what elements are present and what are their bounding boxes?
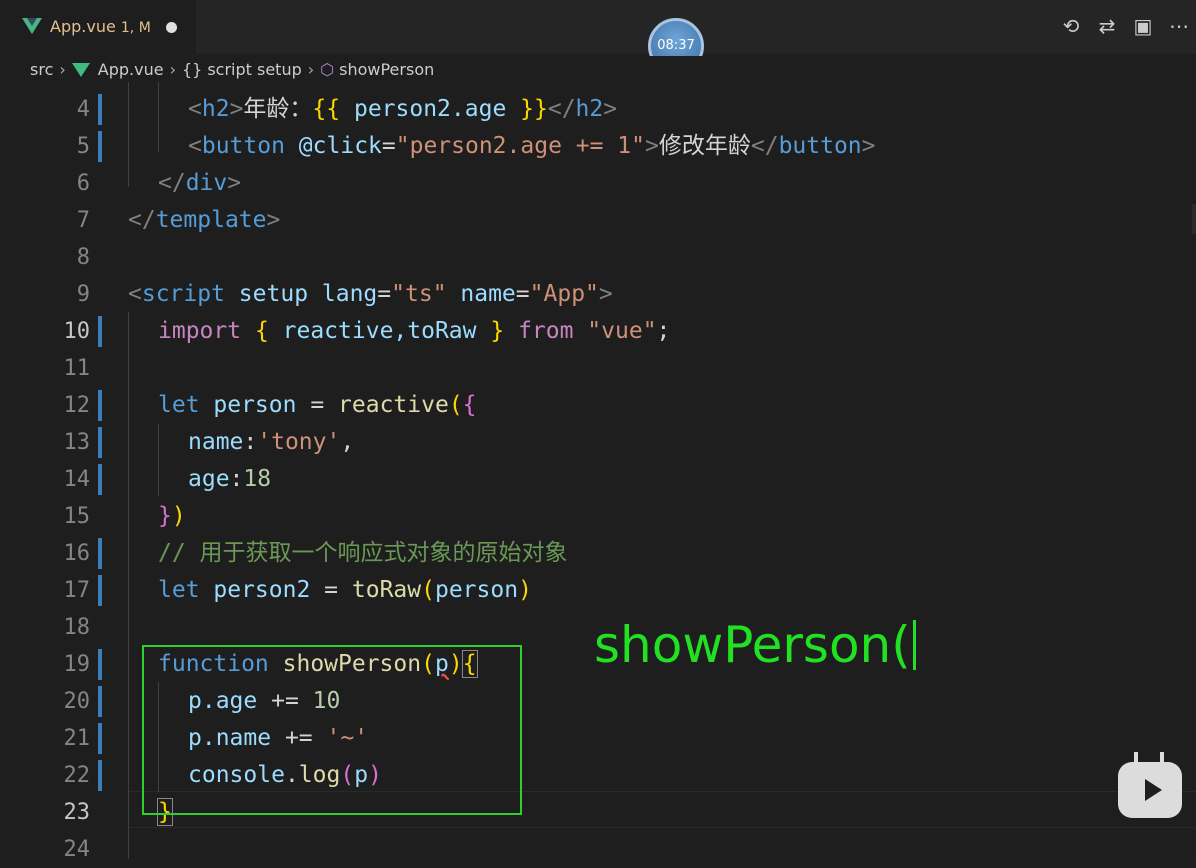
breadcrumb-src[interactable]: src [30,60,53,79]
line-number: 9 [76,282,90,307]
line-number: 21 [63,726,91,751]
timeline-icon[interactable]: ⟲ [1060,14,1082,38]
code-line: 5 <button @click="person2.age += 1">修改年龄… [0,128,1196,165]
line-number: 20 [63,689,91,714]
line-number: 4 [76,97,90,122]
line-number: 19 [63,652,91,677]
code-line: 6 </div> [0,165,1196,202]
line-number: 23 [63,800,91,825]
line-number: 13 [63,430,91,455]
text-cursor [912,620,916,670]
breadcrumb: src › App.vue › {} script setup › ⬡ show… [0,56,1196,82]
line-number: 15 [63,504,91,529]
line-number: 6 [76,171,90,196]
line-number: 16 [63,541,91,566]
method-cube-icon: ⬡ [320,59,335,79]
line-number: 12 [63,393,91,418]
annotation-text: showPerson( [594,616,916,674]
code-line: 8 [0,239,1196,276]
line-number: 18 [63,615,91,640]
compare-changes-icon[interactable]: ⇄ [1096,14,1118,38]
git-modified-marker [98,723,102,754]
code-line: 15 }) [0,498,1196,535]
chevron-right-icon: › [307,59,315,79]
git-modified-marker [98,94,102,125]
editor-tab-app-vue[interactable]: App.vue 1, M [0,0,196,54]
chevron-right-icon: › [59,59,66,79]
split-editor-icon[interactable]: ▣ [1132,14,1154,38]
line-number: 22 [63,763,91,788]
code-line: 12 let person = reactive({ [0,387,1196,424]
git-modified-marker [98,575,102,606]
code-line: 7 </template> [0,202,1196,239]
line-number: 5 [76,134,90,159]
unsaved-dot-icon[interactable] [166,22,177,33]
more-actions-icon[interactable]: ⋯ [1168,14,1190,38]
code-line: 14 age:18 [0,461,1196,498]
breadcrumb-symbol[interactable]: showPerson [339,60,434,79]
git-modified-marker [98,760,102,791]
line-number: 14 [63,467,91,492]
video-player-icon[interactable] [1118,762,1182,818]
code-line: 17 let person2 = toRaw(person) [0,572,1196,609]
git-modified-marker [98,390,102,421]
editor-actions: ⟲ ⇄ ▣ ⋯ [1060,14,1190,38]
code-line: 4 <h2>年龄：{{ person2.age }}</h2> [0,91,1196,128]
code-line: 9 <script setup lang="ts" name="App"> [0,276,1196,313]
code-line: 10 import { reactive,toRaw } from "vue"; [0,313,1196,350]
git-modified-marker [98,316,102,347]
code-line: 11 [0,350,1196,387]
line-number: 17 [63,578,91,603]
git-modified-marker [98,131,102,162]
line-number: 7 [76,208,90,233]
breadcrumb-file[interactable]: App.vue [98,60,164,79]
line-number: 11 [63,356,91,381]
line-number: 24 [63,837,91,862]
git-modified-marker [98,686,102,717]
line-number: 8 [76,245,90,270]
code-line: 16 // 用于获取一个响应式对象的原始对象 [0,535,1196,572]
vue-file-icon [22,18,42,34]
highlight-annotation-box [142,645,522,815]
code-line: 24 [0,831,1196,868]
scrollbar[interactable] [1192,204,1196,234]
code-line: 13 name:'tony', [0,424,1196,461]
tab-bar: App.vue 1, M ⟲ ⇄ ▣ ⋯ [0,0,1196,54]
git-modified-marker [98,538,102,569]
vue-file-icon [71,63,90,77]
braces-icon: {} [181,59,203,79]
chevron-right-icon: › [169,59,176,79]
git-modified-marker [98,649,102,680]
breadcrumb-section[interactable]: script setup [207,60,301,79]
line-number: 10 [63,319,91,344]
git-modified-marker [98,427,102,458]
git-modified-marker [98,464,102,495]
tab-label: App.vue 1, M [50,17,151,36]
